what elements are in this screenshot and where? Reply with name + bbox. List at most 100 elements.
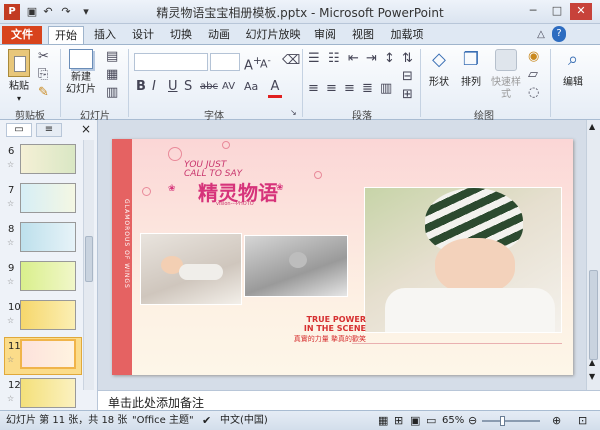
paste-button[interactable]: 粘贴 ▾ xyxy=(6,49,32,105)
main-scroll-thumb[interactable] xyxy=(589,270,598,360)
shape-fill-icon[interactable]: ◉ xyxy=(528,49,539,65)
panel-scrollbar[interactable] xyxy=(83,140,94,390)
editing-button[interactable]: ⌕ 编辑 xyxy=(556,49,590,89)
normal-view-icon[interactable]: ▦ xyxy=(378,412,388,430)
change-case-button[interactable]: Aa xyxy=(244,79,258,95)
shape-effects-icon[interactable]: ◌ xyxy=(528,85,539,101)
section-icon[interactable]: ▥ xyxy=(106,85,118,101)
slide-side-bar: GLAMOROUS OF WINGS xyxy=(112,139,132,375)
slide-thumbnail[interactable] xyxy=(20,339,76,369)
spellcheck-icon[interactable]: ✔ xyxy=(202,412,211,430)
help-icon[interactable]: ? xyxy=(552,26,566,42)
layout-icon[interactable]: ▤ xyxy=(106,49,118,65)
chinese-caption: 真實的力量 摯真的歡笑 xyxy=(293,335,366,343)
panel-scroll-thumb[interactable] xyxy=(85,236,93,282)
slide-sorter-icon[interactable]: ⊞ xyxy=(394,412,403,430)
copy-icon[interactable]: ⎘ xyxy=(38,67,48,83)
tab-review[interactable]: 审阅 xyxy=(310,26,340,44)
thumbnail-number: 8 xyxy=(8,224,15,235)
find-icon: ⌕ xyxy=(567,49,579,70)
format-painter-icon[interactable]: ✎ xyxy=(38,85,49,101)
slide-thumbnail[interactable] xyxy=(20,222,76,252)
shrink-font-icon[interactable]: A- xyxy=(260,53,271,73)
current-slide[interactable]: GLAMOROUS OF WINGS YOU JUST CALL TO SAY … xyxy=(112,139,573,375)
smartart-icon[interactable]: ⊞ xyxy=(402,87,413,103)
char-spacing-button[interactable]: AV xyxy=(222,79,235,95)
font-dialog-launcher-icon[interactable]: ↘ xyxy=(290,105,297,121)
tab-view[interactable]: 视图 xyxy=(346,26,380,44)
shapes-button[interactable]: ◇ 形状 xyxy=(424,49,454,89)
baby-photo-main xyxy=(364,187,562,333)
strikethrough-button[interactable]: abc xyxy=(200,79,218,95)
arrange-button[interactable]: ❐ 排列 xyxy=(456,49,486,89)
reading-view-icon[interactable]: ▣ xyxy=(410,412,420,430)
justify-icon[interactable]: ≣ xyxy=(362,81,373,97)
font-name-combo[interactable] xyxy=(134,53,208,71)
bubble-decoration xyxy=(168,147,182,161)
slide-thumbnail[interactable] xyxy=(20,183,76,213)
font-size-combo[interactable] xyxy=(210,53,240,71)
new-slide-button[interactable]: 新建 幻灯片 xyxy=(64,49,98,96)
fit-to-window-icon[interactable]: ⊡ xyxy=(578,412,587,430)
transition-star-icon: ☆ xyxy=(7,394,15,403)
reset-icon[interactable]: ▦ xyxy=(106,67,118,83)
slides-tab[interactable]: ▭ xyxy=(6,123,32,137)
maximize-icon[interactable]: □ xyxy=(546,3,568,20)
prev-slide-icon[interactable]: ▲ xyxy=(589,358,595,367)
tab-home[interactable]: 开始 xyxy=(48,26,84,44)
align-text-icon[interactable]: ⊟ xyxy=(402,69,413,85)
italic-button[interactable]: I xyxy=(152,79,156,95)
ribbon-collapse-icon[interactable]: △ xyxy=(534,27,548,43)
theme-name[interactable]: "Office 主题" xyxy=(132,412,194,430)
slide-counter: 幻灯片 第 11 张，共 18 张 xyxy=(6,415,128,426)
zoom-level[interactable]: 65% xyxy=(442,412,464,430)
tab-insert[interactable]: 插入 xyxy=(88,26,122,44)
font-color-button[interactable]: A xyxy=(268,79,282,98)
align-right-icon[interactable]: ≡ xyxy=(344,81,355,97)
bold-button[interactable]: B xyxy=(136,79,146,95)
tab-addins[interactable]: 加载项 xyxy=(386,26,428,44)
text-direction-icon[interactable]: ⇅ xyxy=(402,51,413,67)
bullets-icon[interactable]: ☰ xyxy=(308,51,320,67)
decrease-indent-icon[interactable]: ⇤ xyxy=(348,51,359,67)
slide-thumbnail[interactable] xyxy=(20,300,76,330)
slide-thumbnail[interactable] xyxy=(20,144,76,174)
tab-slideshow[interactable]: 幻灯片放映 xyxy=(240,26,306,44)
tab-design[interactable]: 设计 xyxy=(126,26,160,44)
cut-icon[interactable]: ✂ xyxy=(38,49,49,65)
main-scrollbar[interactable]: ▲ ▲ ▼ xyxy=(586,120,600,390)
zoom-out-icon[interactable]: ⊖ xyxy=(468,412,477,430)
side-bar-text: GLAMOROUS OF WINGS xyxy=(123,199,130,289)
zoom-slider[interactable] xyxy=(482,416,540,426)
minimize-icon[interactable]: ─ xyxy=(522,3,544,20)
slideshow-view-icon[interactable]: ▭ xyxy=(426,412,436,430)
zoom-in-icon[interactable]: ⊕ xyxy=(552,412,561,430)
notes-pane[interactable]: 单击此处添加备注 xyxy=(98,390,600,410)
outline-tab[interactable]: ≡ xyxy=(36,123,62,137)
thumbnail-number: 9 xyxy=(8,263,15,274)
increase-indent-icon[interactable]: ⇥ xyxy=(366,51,377,67)
language-indicator[interactable]: 中文(中国) xyxy=(220,412,268,430)
scroll-up-icon[interactable]: ▲ xyxy=(589,122,595,131)
transition-star-icon: ☆ xyxy=(7,199,15,208)
slide-thumbnail[interactable] xyxy=(20,261,76,291)
zoom-slider-thumb[interactable] xyxy=(500,416,505,426)
tab-file[interactable]: 文件 xyxy=(2,26,42,44)
tab-transitions[interactable]: 切换 xyxy=(164,26,198,44)
quick-styles-button[interactable]: 快速样式 xyxy=(488,49,524,101)
caption-divider xyxy=(352,343,562,344)
slide-thumbnail[interactable] xyxy=(20,378,76,408)
close-icon[interactable]: ✕ xyxy=(570,3,592,20)
next-slide-icon[interactable]: ▼ xyxy=(589,372,595,381)
align-left-icon[interactable]: ≡ xyxy=(308,81,319,97)
columns-icon[interactable]: ▥ xyxy=(380,81,392,97)
tab-animations[interactable]: 动画 xyxy=(202,26,236,44)
align-center-icon[interactable]: ≡ xyxy=(326,81,337,97)
numbering-icon[interactable]: ☷ xyxy=(328,51,340,67)
shadow-button[interactable]: S xyxy=(184,79,192,95)
close-panel-icon[interactable]: × xyxy=(78,123,94,137)
line-spacing-icon[interactable]: ↕ xyxy=(384,51,395,67)
underline-button[interactable]: U xyxy=(168,79,178,95)
shape-outline-icon[interactable]: ▱ xyxy=(528,67,538,83)
clear-format-icon[interactable]: ⌫ xyxy=(282,53,300,69)
